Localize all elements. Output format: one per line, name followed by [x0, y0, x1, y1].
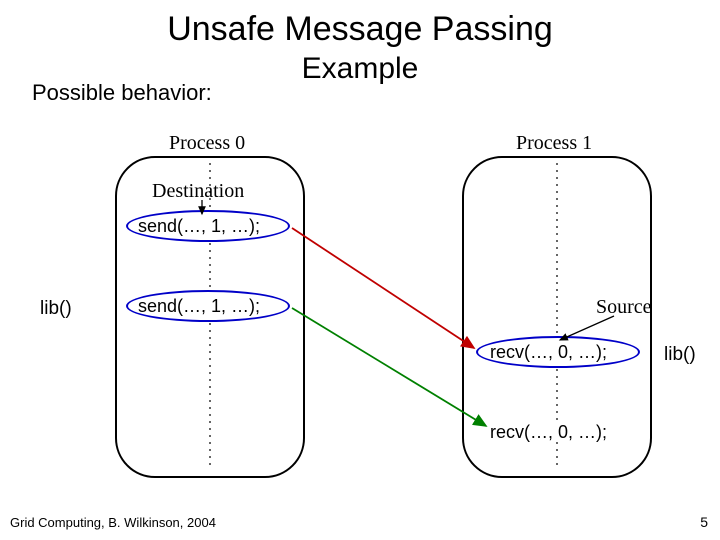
send2-code: send(…, 1, …);: [138, 296, 260, 317]
recv1-code: recv(…, 0, …);: [490, 342, 607, 363]
destination-label: Destination: [152, 180, 244, 203]
send1-code: send(…, 1, …);: [138, 216, 260, 237]
source-label: Source: [596, 296, 652, 319]
slide-title: Unsafe Message Passing: [0, 10, 720, 49]
process1-label: Process 1: [516, 132, 592, 155]
footer-citation: Grid Computing, B. Wilkinson, 2004: [10, 515, 216, 530]
lib-right-label: lib(): [664, 344, 696, 366]
process0-label: Process 0: [169, 132, 245, 155]
lib-left-label: lib(): [40, 298, 72, 320]
page-number: 5: [700, 514, 708, 530]
recv2-code: recv(…, 0, …);: [490, 422, 607, 443]
behavior-label: Possible behavior:: [32, 80, 212, 106]
